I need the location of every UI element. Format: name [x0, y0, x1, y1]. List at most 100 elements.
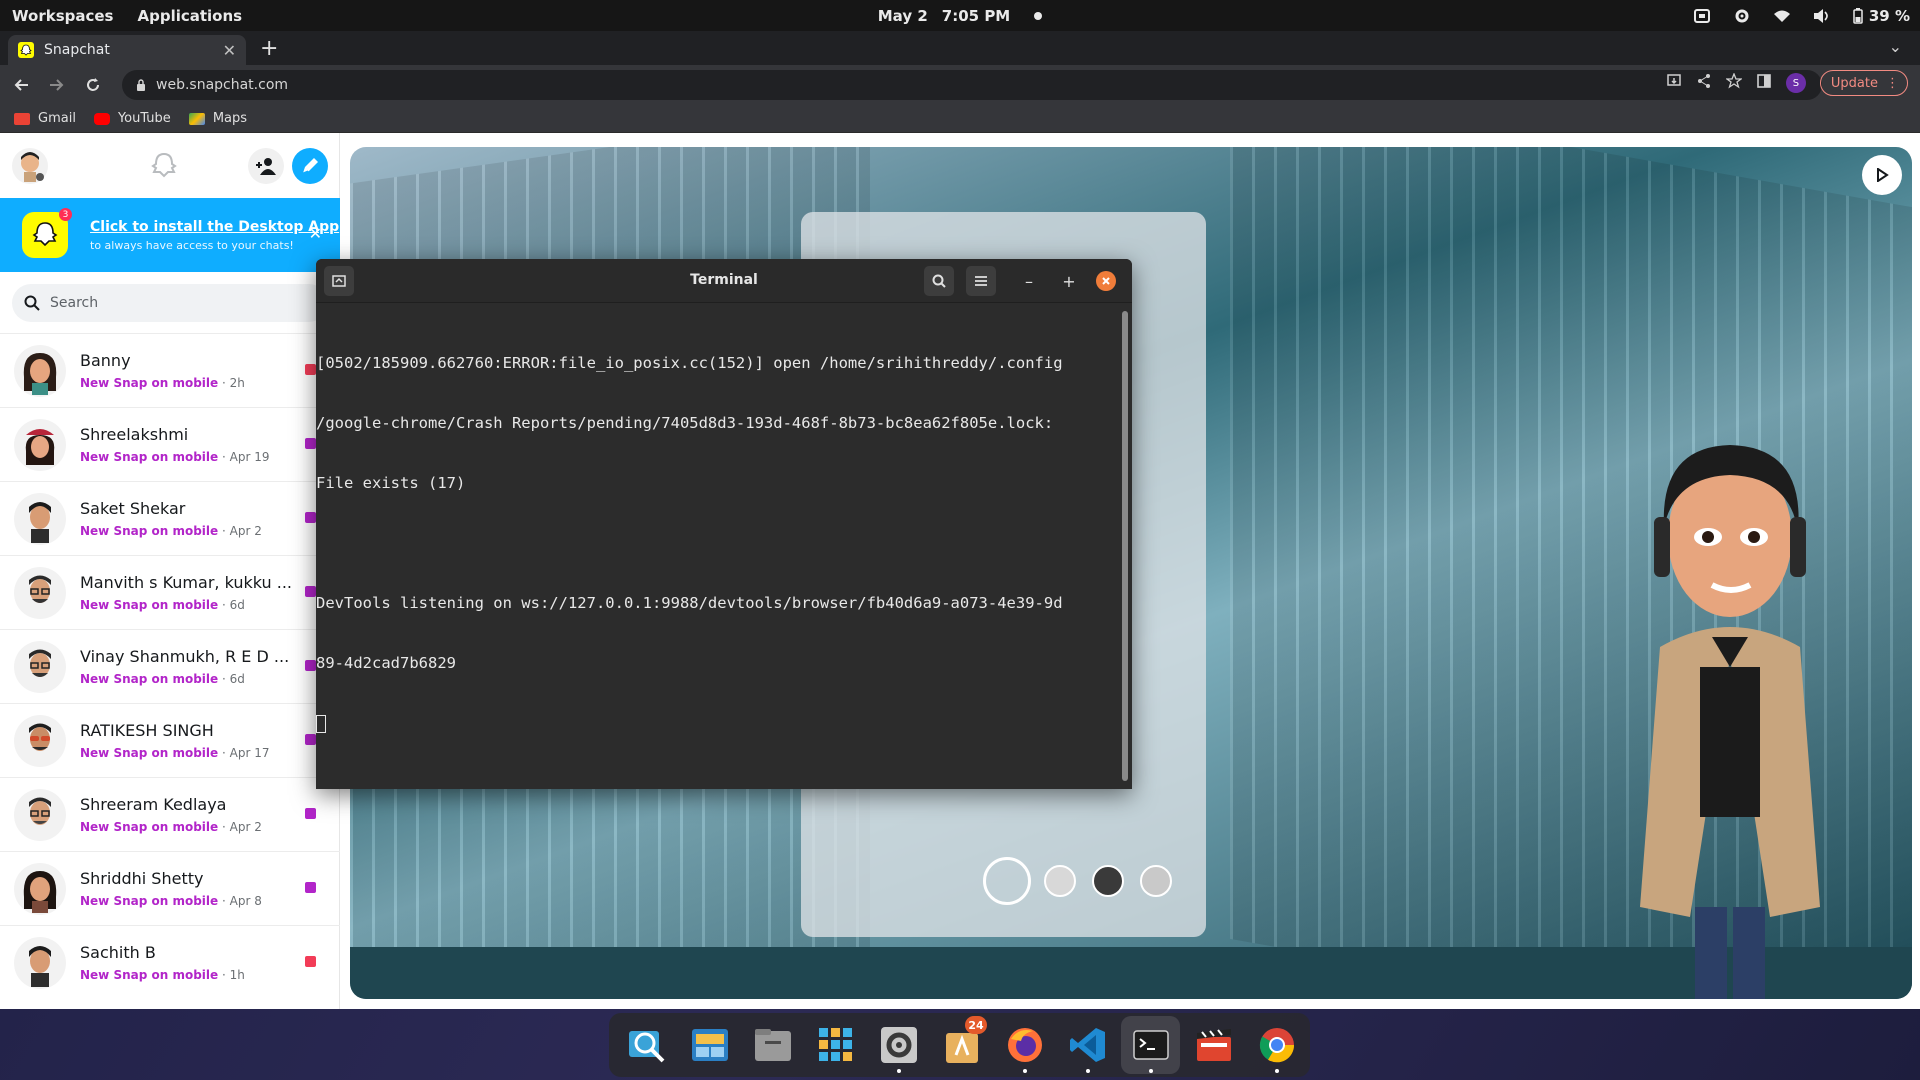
new-snap-indicator-icon [305, 734, 316, 745]
youtube-icon [93, 112, 110, 125]
new-tab-button[interactable]: + [260, 36, 278, 61]
reload-button[interactable] [78, 70, 108, 100]
side-panel-icon[interactable] [1756, 73, 1772, 93]
dock: 24 [609, 1013, 1310, 1077]
firefox-icon[interactable] [995, 1016, 1054, 1074]
settings-app-icon[interactable] [869, 1016, 928, 1074]
chat-item[interactable]: Sachith B New Snap on mobile · 1h [0, 925, 340, 999]
terminal-header-bar[interactable]: Terminal – + [316, 259, 1132, 303]
volume-icon[interactable] [1813, 7, 1831, 25]
new-chat-icon [302, 158, 318, 174]
add-friend-icon [256, 158, 276, 175]
bookmarks-bar: Gmail YouTube Maps [0, 105, 1920, 133]
chat-name: Shreeram Kedlaya [80, 795, 227, 814]
clock-time[interactable]: 7:05 PM [942, 7, 1010, 25]
lens-option-3-icon[interactable] [1140, 865, 1172, 897]
terminal-output[interactable]: [0502/185909.662760:ERROR:file_io_posix.… [316, 303, 1132, 773]
new-chat-button[interactable] [292, 148, 328, 184]
gear-icon[interactable] [1733, 7, 1751, 25]
search-placeholder: Search [50, 295, 99, 311]
profile-avatar[interactable]: S [1785, 73, 1806, 93]
forward-button[interactable] [42, 70, 72, 100]
friend-bitmoji-avatar [14, 418, 66, 471]
terminal-window[interactable]: Terminal – + [0502/185909.662760:ERROR:f… [316, 259, 1132, 789]
bookmark-youtube[interactable]: YouTube [93, 111, 171, 126]
chat-name: Shriddhi Shetty [80, 869, 204, 888]
clock-date[interactable]: May 2 [878, 7, 928, 25]
chat-item[interactable]: Shreelakshmi New Snap on mobile · Apr 19 [0, 407, 340, 481]
reload-icon [87, 78, 99, 91]
add-friend-button[interactable] [248, 148, 284, 184]
chat-item[interactable]: Shriddhi Shetty New Snap on mobile · Apr … [0, 851, 340, 925]
maximize-button[interactable]: + [1056, 266, 1082, 296]
update-button[interactable]: Update ⋮ [1819, 70, 1908, 96]
chat-time: 1h [229, 968, 245, 982]
search-app-icon[interactable] [617, 1016, 676, 1074]
screenshot-indicator-icon[interactable] [1693, 7, 1711, 25]
terminal-line: /google-chrome/Crash Reports/pending/740… [316, 414, 1054, 432]
chat-name: Vinay Shanmukh, R E D ... [80, 647, 290, 666]
lens-option-1-icon[interactable] [1044, 865, 1076, 897]
minimize-button[interactable]: – [1016, 266, 1042, 296]
close-button[interactable] [1096, 271, 1116, 291]
battery-indicator[interactable]: 39 % [1853, 7, 1910, 25]
running-indicator [1023, 1069, 1027, 1073]
snapchat-logo-icon: 3 [22, 208, 72, 258]
chat-item[interactable]: Shreeram Kedlaya New Snap on mobile · Apr… [0, 777, 340, 851]
bookmark-label: Gmail [38, 111, 76, 126]
bookmark-label: YouTube [117, 111, 171, 126]
new-snap-indicator-icon [305, 882, 316, 893]
install-link[interactable]: Click to install the Desktop App [90, 219, 339, 235]
terminal-line: File exists (17) [316, 474, 466, 492]
chrome-icon[interactable] [1247, 1016, 1306, 1074]
system-top-bar: Workspaces Applications May 2 7:05 PM 39… [0, 0, 1920, 31]
lens-option-2-icon[interactable] [1092, 865, 1124, 897]
chat-item[interactable]: Vinay Shanmukh, R E D ... New Snap on mob… [0, 629, 340, 703]
update-label: Update [1830, 75, 1878, 91]
app-grid-icon[interactable] [806, 1016, 865, 1074]
my-bitmoji-avatar[interactable] [12, 147, 48, 184]
terminal-scrollbar[interactable] [1122, 311, 1128, 781]
chat-item[interactable]: Banny New Snap on mobile · 2h [0, 333, 340, 407]
bookmark-gmail[interactable]: Gmail [14, 111, 76, 126]
terminal-app-icon[interactable] [1121, 1016, 1180, 1074]
workspaces-button[interactable]: Workspaces [12, 7, 113, 25]
bookmark-maps[interactable]: Maps [188, 111, 247, 126]
wifi-icon[interactable] [1773, 7, 1791, 25]
close-banner-icon[interactable]: ✕ [309, 224, 322, 243]
terminal-search-button[interactable] [924, 266, 954, 296]
install-desktop-banner[interactable]: 3 Click to install the Desktop App to al… [0, 198, 340, 272]
terminal-menu-button[interactable] [966, 266, 996, 296]
terminal-title: Terminal [690, 272, 758, 288]
search-input[interactable]: Search [12, 284, 328, 322]
address-bar[interactable]: web.snapchat.com [122, 70, 1822, 100]
search-icon [24, 295, 40, 311]
play-button[interactable] [1862, 155, 1902, 195]
chat-time: 6d [229, 672, 245, 686]
files-app-icon[interactable] [743, 1016, 802, 1074]
ghost-icon[interactable] [147, 149, 181, 183]
new-snap-indicator-icon [305, 586, 316, 597]
terminal-cursor [316, 714, 326, 733]
install-badge: 3 [59, 208, 72, 221]
app-store-icon[interactable]: 24 [932, 1016, 991, 1074]
applications-button[interactable]: Applications [137, 7, 242, 25]
tab-search-chevron-icon[interactable]: ⌄ [1889, 37, 1902, 56]
tab-snapchat[interactable]: Snapchat ✕ [8, 35, 246, 65]
chat-status: New Snap on mobile [80, 672, 219, 686]
back-button[interactable] [6, 70, 36, 100]
vscode-icon[interactable] [1058, 1016, 1117, 1074]
video-editor-icon[interactable] [1184, 1016, 1243, 1074]
bookmark-star-icon[interactable] [1724, 72, 1743, 93]
capture-button[interactable] [983, 857, 1031, 905]
workspaces-app-icon[interactable] [680, 1016, 739, 1074]
share-icon[interactable] [1696, 73, 1712, 93]
chat-item[interactable]: Manvith s Kumar, kukku ... New Snap on mo… [0, 555, 340, 629]
chat-name: Saket Shekar [80, 499, 186, 518]
install-app-icon[interactable] [1666, 73, 1682, 93]
chat-time: 6d [229, 598, 245, 612]
tab-close-icon[interactable]: ✕ [223, 41, 236, 60]
chat-item[interactable]: RATIKESH SINGH New Snap on mobile · Apr 1… [0, 703, 340, 777]
chat-item[interactable]: Saket Shekar New Snap on mobile · Apr 2 [0, 481, 340, 555]
